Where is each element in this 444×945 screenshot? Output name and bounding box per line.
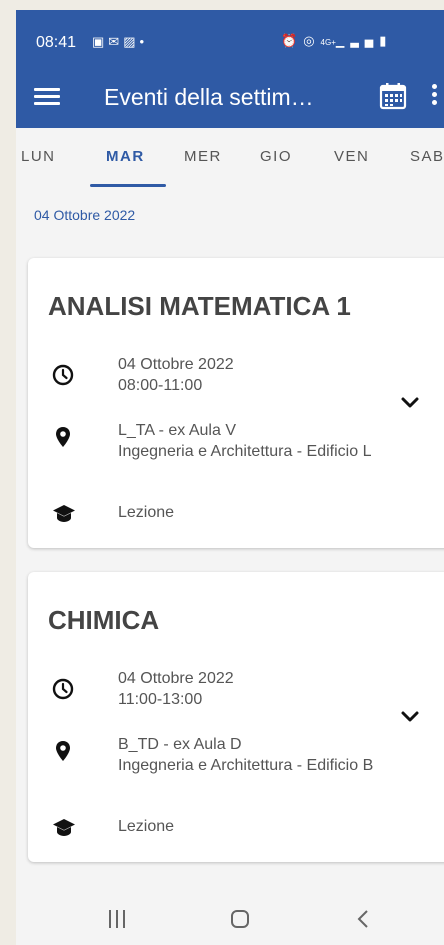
mail-icon: ✉ [108,34,124,49]
event-time: 11:00-13:00 [118,691,203,708]
location-pin-icon [56,741,70,761]
tab-mar[interactable]: MAR [106,148,145,165]
event-title: CHIMICA [48,605,160,635]
page-title: Eventi della settim… [104,84,314,110]
event-date: 04 Ottobre 2022 [118,670,234,687]
gallery-icon: ▨ [123,34,140,49]
signal-bars-icon: ▁▃▅ [335,36,380,48]
calendar-icon[interactable] [379,82,407,110]
phone-screen: 08:41 ▣✉▨• ⏰◎4G+▁▃▅▮ Eventi della settim… [16,10,444,945]
status-left-icons: ▣✉▨• [92,34,148,50]
graduation-cap-icon [53,505,75,522]
event-card[interactable]: CHIMICA 04 Ottobre 2022 11:00-13:00 B_TD… [28,572,444,862]
home-icon[interactable] [229,908,251,930]
event-title: ANALISI MATEMATICA 1 [48,291,351,321]
tab-gio[interactable]: GIO [260,148,292,165]
tab-ven[interactable]: VEN [334,148,369,165]
graduation-cap-icon [53,819,75,836]
event-card[interactable]: ANALISI MATEMATICA 1 04 Ottobre 2022 08:… [28,258,444,548]
menu-icon[interactable] [34,84,60,110]
event-type: Lezione [118,818,175,835]
navigation-bar [16,895,444,945]
hotspot-icon: ◎ [303,33,321,48]
status-right-icons: ⏰◎4G+▁▃▅▮ [281,33,392,49]
alarm-icon: ⏰ [281,33,304,48]
app-bar: Eventi della settim… [16,72,444,128]
battery-icon: ▮ [379,33,393,48]
location-pin-icon [56,427,70,447]
clock-icon [52,364,74,386]
dot-icon: • [139,34,149,49]
event-room: L_TA - ex Aula V [118,422,236,439]
status-time: 08:41 [36,34,77,51]
event-date: 04 Ottobre 2022 [118,356,234,373]
back-icon[interactable] [356,908,370,930]
chevron-down-icon[interactable] [400,396,420,410]
event-time: 08:00-11:00 [118,377,203,394]
notification-icon: ▣ [92,34,109,49]
event-building: Ingegneria e Architettura - Edificio B [118,757,374,774]
active-tab-indicator [90,184,166,187]
day-tabs: LUN MAR MER GIO VEN SAB [16,128,444,190]
event-building: Ingegneria e Architettura - Edificio L [118,443,372,460]
signal-4g-icon: 4G+ [320,38,336,47]
more-options-icon[interactable] [430,81,438,113]
chevron-down-icon[interactable] [400,710,420,724]
clock-icon [52,678,74,700]
tab-mer[interactable]: MER [184,148,222,165]
event-type: Lezione [118,504,175,521]
status-bar: 08:41 ▣✉▨• ⏰◎4G+▁▃▅▮ [16,10,444,72]
event-room: B_TD - ex Aula D [118,736,242,753]
tab-sab[interactable]: SAB [410,148,444,165]
tab-lun[interactable]: LUN [21,148,56,165]
date-header: 04 Ottobre 2022 [34,207,136,223]
recent-apps-icon[interactable] [107,908,127,930]
